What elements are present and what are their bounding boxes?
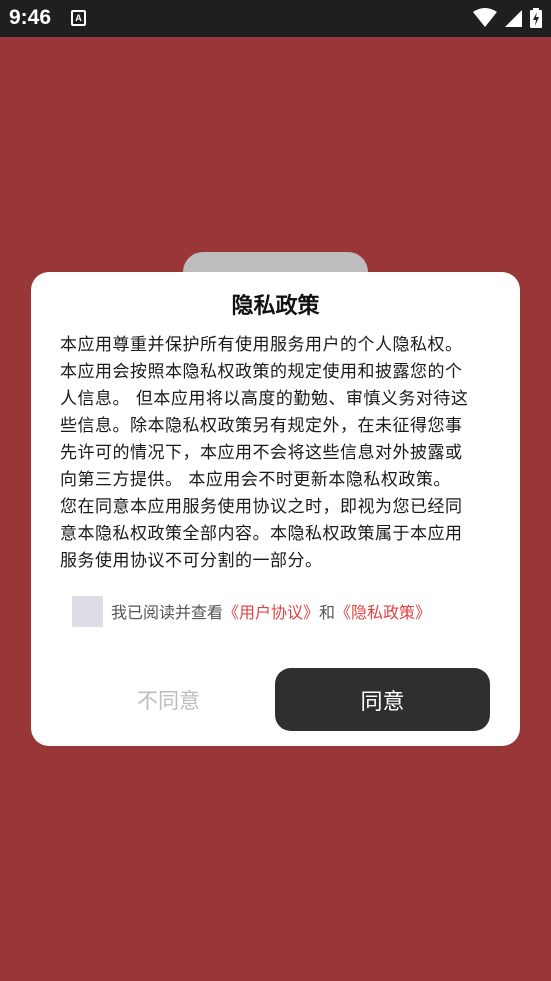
status-icons [472,8,543,28]
dialog-title: 隐私政策 [231,294,320,319]
body-line: 人信息。 但本应用将以高度的勤勉、审慎义务对待这 [60,389,469,409]
consent-row: 我已阅读并查看《用户协议》和《隐私政策》 [72,595,431,627]
user-agreement-link[interactable]: 《用户协议》 [223,603,319,622]
wifi-icon [472,8,497,27]
body-line: 些信息。除本隐私权政策另有规定外，在未征得您事 [60,416,463,436]
notification-icon: A [71,10,86,26]
status-time: 9:46 [9,6,52,29]
body-line: 先许可的情况下，本应用不会将这些信息对外披露或 [60,443,463,463]
disagree-button[interactable]: 不同意 [100,668,237,731]
consent-conjunction: 和 [319,603,336,622]
privacy-policy-link[interactable]: 《隐私政策》 [335,603,431,622]
consent-checkbox[interactable] [72,595,103,627]
body-line: 本应用会按照本隐私权政策的规定使用和披露您的个 [60,362,463,382]
body-line: 您在同意本应用服务使用协议之时，即视为您已经同 [60,497,463,517]
cellular-signal-icon [504,10,522,27]
privacy-policy-dialog: 隐私政策 本应用尊重并保护所有使用服务用户的个人隐私权。 本应用会按照本隐私权政… [31,272,520,746]
status-bar: 9:46 A [0,0,551,37]
body-line: 向第三方提供。 本应用会不时更新本隐私权政策。 [60,470,451,490]
body-line: 服务使用协议不可分割的一部分。 [60,551,323,571]
battery-charging-icon [530,8,542,28]
body-line: 意本隐私权政策全部内容。本隐私权政策属于本应用 [60,524,463,544]
body-line: 本应用尊重并保护所有使用服务用户的个人隐私权。 [60,335,463,355]
agree-button[interactable]: 同意 [275,668,490,731]
consent-prefix: 我已阅读并查看 [111,603,224,622]
consent-text: 我已阅读并查看《用户协议》和《隐私政策》 [111,599,431,623]
dialog-body: 本应用尊重并保护所有使用服务用户的个人隐私权。 本应用会按照本隐私权政策的规定使… [60,332,492,575]
